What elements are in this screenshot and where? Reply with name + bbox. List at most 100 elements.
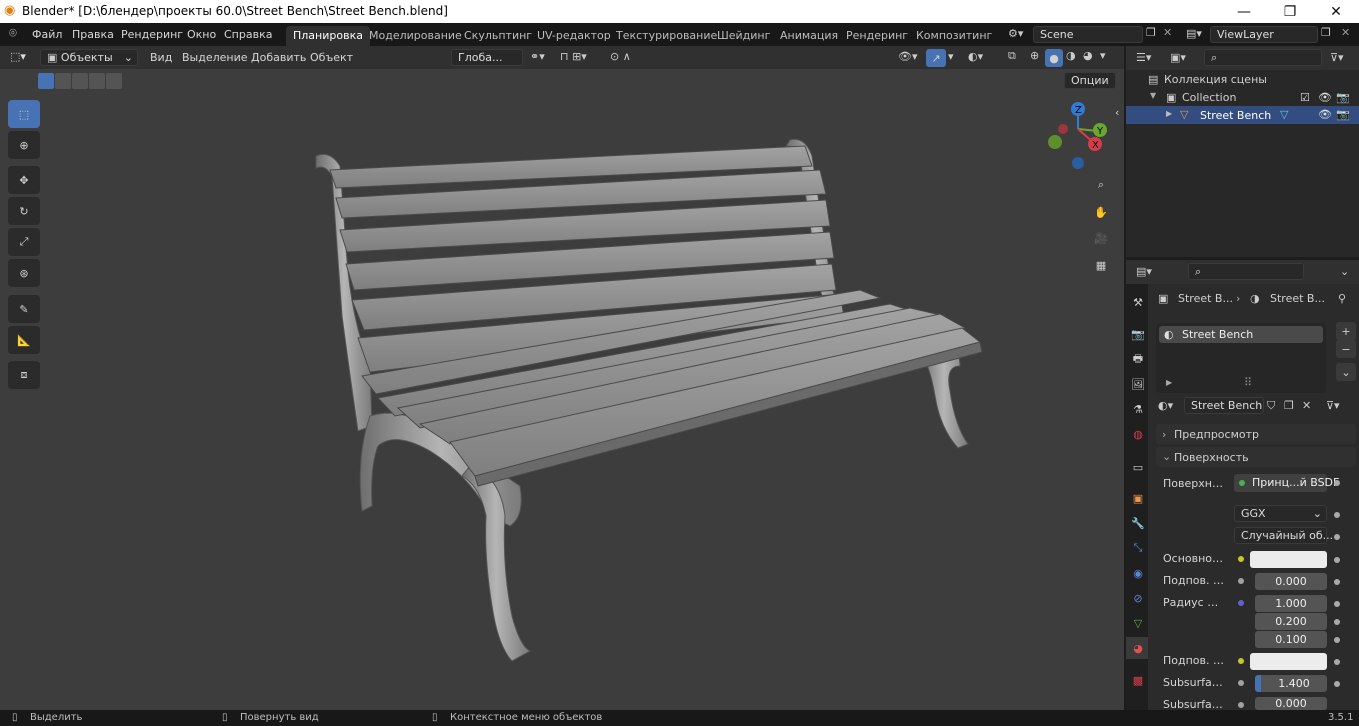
blender-menu-icon[interactable]: ⌾ [9,26,17,41]
tool-tab-icon[interactable]: ⚒ [1130,294,1146,310]
keyframe-dot-icon[interactable] [1334,557,1340,563]
pivot-icon[interactable]: ⚭▾ [530,50,545,63]
material-preview-icon[interactable]: ◑ [1066,49,1076,62]
select-invert-icon[interactable] [89,73,105,89]
gizmo-toggle-button[interactable]: ↗ [926,49,946,67]
eye-icon[interactable]: 👁 [1318,108,1332,121]
tab-modeling[interactable]: Моделирование [362,26,469,46]
move-tool[interactable]: ✥ [8,166,40,194]
expand-object-icon[interactable]: ▶ [1166,109,1172,118]
camera-view-button[interactable]: 🎥 [1089,226,1113,250]
surface-panel-title[interactable]: Поверхность [1174,451,1249,464]
menu-help[interactable]: Справка [224,28,272,41]
object-label[interactable]: Street Bench [1200,109,1271,122]
vector-socket-icon[interactable] [1238,600,1244,606]
preview-panel-title[interactable]: Предпросмотр [1174,428,1259,441]
keyframe-dot-icon[interactable] [1334,512,1340,518]
view-layer-tab-icon[interactable]: 🖼 [1130,376,1146,392]
exclude-checkbox-icon[interactable]: ☑ [1300,91,1310,104]
keyframe-dot-icon[interactable] [1334,659,1340,665]
delete-viewlayer-icon[interactable]: ✕ [1341,26,1350,39]
keyframe-dot-icon[interactable] [1334,619,1340,625]
display-mode-icon[interactable]: ▣▾ [1170,51,1186,64]
material-tab-icon[interactable]: ◕ [1130,640,1146,656]
new-scene-icon[interactable]: ❐ [1146,26,1156,39]
texture-tab-icon[interactable]: ▩ [1130,672,1146,688]
pin-icon[interactable]: ⚲ [1338,292,1346,305]
close-window-button[interactable]: ✕ [1313,0,1359,23]
snap-icon[interactable]: ⊓ ⊞▾ [560,50,587,63]
mode-dropdown[interactable]: ▣ Объекты ⌄ [40,49,138,66]
modifier-tab-icon[interactable]: 🔧 [1130,515,1146,531]
browse-material-icon[interactable]: ◐▾ [1158,399,1173,412]
properties-options-icon[interactable]: ⌄ [1340,265,1349,278]
sidebar-toggle-icon[interactable]: ‹ [1115,106,1119,119]
select-subtract-icon[interactable] [72,73,88,89]
visibility-icon[interactable]: 👁▾ [898,50,918,63]
radius-y-field[interactable]: 0.200 [1255,613,1327,630]
material-slot-label[interactable]: Street Bench [1182,328,1253,341]
material-node-icon[interactable]: ⊽▾ [1326,399,1340,412]
filter-icon[interactable]: ⊽▾ [1330,51,1344,64]
scene-field[interactable]: Scene [1033,26,1143,43]
collection-tab-icon[interactable]: ▭ [1130,459,1146,475]
slot-expand-icon[interactable]: ▶ [1166,378,1172,387]
bench-model[interactable] [0,46,1124,710]
scene-tab-icon[interactable]: ⚗ [1130,401,1146,417]
viewlayer-field[interactable]: ViewLayer [1210,26,1318,43]
menu-select[interactable]: Выделение [182,51,248,64]
delete-scene-icon[interactable]: ✕ [1163,26,1172,39]
properties-search-input[interactable]: ⌕ [1188,263,1304,280]
keyframe-dot-icon[interactable] [1334,601,1340,607]
annotate-tool[interactable]: ✎ [8,295,40,323]
select-box-tool[interactable]: ⬚ [8,100,40,128]
base-color-swatch[interactable] [1250,551,1327,568]
outliner-search-input[interactable]: ⌕ [1204,49,1322,66]
render-tab-icon[interactable]: 📷 [1130,326,1146,342]
keyframe-dot-icon[interactable] [1334,681,1340,687]
keyframe-dot-icon[interactable] [1334,480,1340,486]
perspective-toggle-button[interactable]: ▦ [1089,253,1113,277]
menu-window[interactable]: Окно [187,28,216,41]
radius-z-field[interactable]: 0.100 [1255,631,1327,648]
radius-x-field[interactable]: 1.000 [1255,595,1327,612]
distribution-dropdown[interactable]: GGX ⌄ [1234,505,1327,522]
render-camera-icon[interactable]: 📷 [1336,91,1350,104]
duplicate-material-icon[interactable]: ❐ [1284,399,1294,412]
object-tab-icon[interactable]: ▣ [1130,490,1146,506]
wireframe-shading-icon[interactable]: ⊕ [1030,49,1039,62]
outliner-editor-icon[interactable]: ☰▾ [1136,51,1151,64]
scale-tool[interactable]: ⤢ [8,228,40,256]
value-socket-icon[interactable] [1238,680,1244,686]
viewlayer-browse-icon[interactable]: ▤▾ [1186,27,1202,40]
gizmo-dropdown-icon[interactable]: ▾ [948,50,954,63]
output-tab-icon[interactable]: 🖶 [1130,351,1146,367]
subsurface-color-swatch[interactable] [1250,653,1327,670]
tab-uv-editing[interactable]: UV-редактор [530,26,618,46]
menu-add[interactable]: Добавить [251,51,306,64]
material-name-field[interactable]: Street Bench [1184,397,1264,414]
remove-slot-button[interactable]: − [1336,340,1356,358]
collection-label[interactable]: Collection [1182,91,1236,104]
add-slot-button[interactable]: + [1336,322,1356,340]
tab-layout[interactable]: Планировка [286,26,370,46]
tab-texture-paint[interactable]: Текстурирование [609,26,724,46]
data-tab-icon[interactable]: ▽ [1130,615,1146,631]
value-socket-icon[interactable] [1238,702,1244,708]
constraints-tab-icon[interactable]: ⊘ [1130,590,1146,606]
select-new-icon[interactable] [38,73,54,89]
rotate-tool[interactable]: ↻ [8,197,40,225]
tab-compositing[interactable]: Композитинг [909,26,999,46]
maximize-button[interactable]: ❐ [1267,0,1313,23]
keyframe-dot-icon[interactable] [1334,534,1340,540]
measure-tool[interactable]: 📐 [8,326,40,354]
menu-view[interactable]: Вид [150,51,172,64]
xray-icon[interactable]: ⧉ [1008,49,1016,63]
subsurface-ior-field[interactable]: 1.400 [1255,675,1327,692]
3d-viewport[interactable] [0,46,1124,710]
subsurface-method-dropdown[interactable]: Случайный об... [1234,527,1333,544]
surface-shader-field[interactable]: Принц...й BSDF [1234,474,1339,492]
fake-user-icon[interactable]: ⛉ [1267,399,1275,413]
navigation-gizmo[interactable]: Z Y X [1044,99,1114,171]
shading-dropdown-icon[interactable]: ▾ [1100,49,1106,62]
